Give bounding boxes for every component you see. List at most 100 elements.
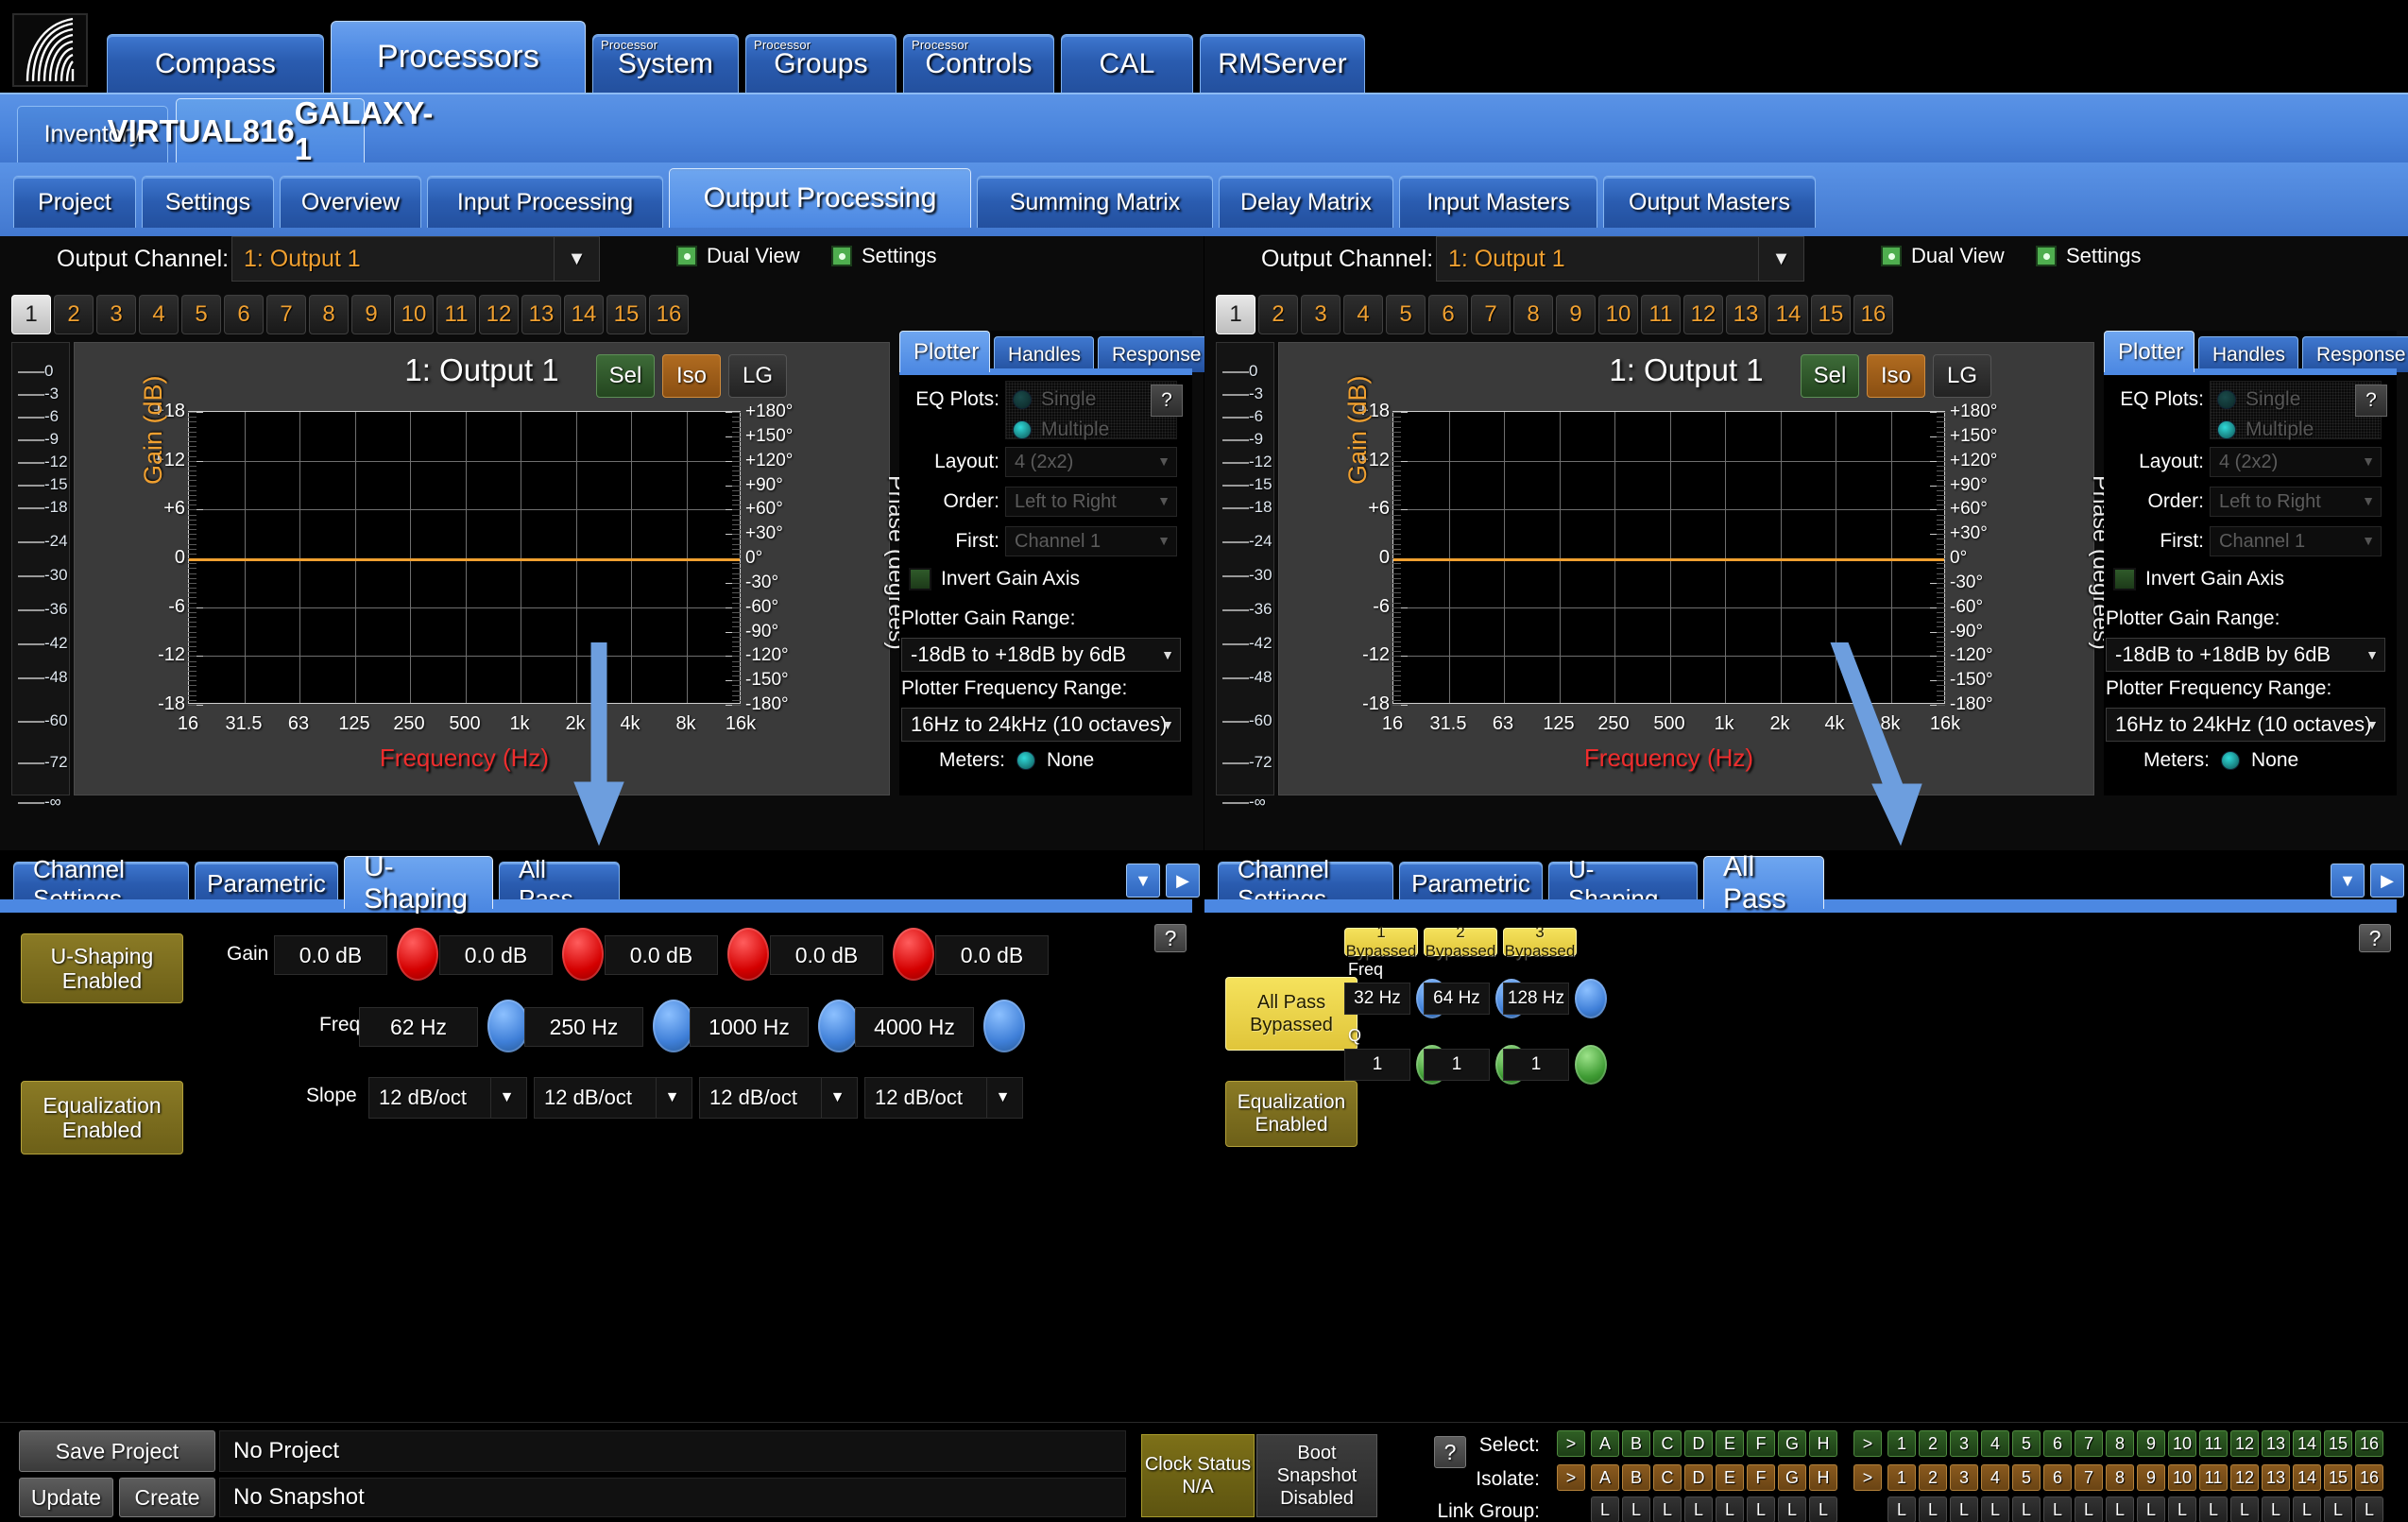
page-tab-output-masters[interactable]: Output Masters — [1603, 176, 1816, 228]
footer-letter-cell-L-2[interactable]: L — [1684, 1496, 1713, 1522]
footer-letter-cell-L-2[interactable]: L — [1778, 1496, 1806, 1522]
all-pass-q-value-3[interactable]: 1 — [1503, 1049, 1569, 1081]
footer-number-cell-14-1[interactable]: 14 — [2293, 1464, 2321, 1491]
footer-number-cell-3-2[interactable]: L — [1950, 1496, 1978, 1522]
footer-number-cell-15-2[interactable]: L — [2324, 1496, 2352, 1522]
footer-number-cell-16-0[interactable]: 16 — [2355, 1430, 2383, 1457]
footer-number-cell-11-0[interactable]: 11 — [2199, 1430, 2228, 1457]
all-pass-freq-knob-3[interactable] — [1575, 979, 1607, 1018]
eq-plots-single-radio[interactable] — [2217, 390, 2236, 409]
footer-caret-numbers-1[interactable]: > — [1853, 1464, 1882, 1491]
channel-button-6[interactable]: 6 — [224, 295, 264, 334]
band-gain-value-4[interactable]: 0.0 dB — [770, 935, 883, 975]
footer-number-cell-7-1[interactable]: 7 — [2075, 1464, 2103, 1491]
first-select[interactable]: Channel 1 ▼ — [1005, 526, 1177, 556]
channel-button-7[interactable]: 7 — [1471, 295, 1511, 334]
meters-none-radio[interactable] — [1016, 751, 1035, 770]
dual-view-toggle[interactable]: Dual View — [676, 244, 800, 268]
all-pass-q-value-1[interactable]: 1 — [1344, 1049, 1410, 1081]
footer-letter-cell-E-1[interactable]: E — [1716, 1464, 1744, 1491]
footer-number-cell-3-1[interactable]: 3 — [1950, 1464, 1978, 1491]
editor-tab-all-pass[interactable]: All Pass — [1703, 851, 1824, 915]
band-freq-knob-4[interactable] — [983, 1000, 1025, 1052]
footer-letter-cell-H-0[interactable]: H — [1809, 1430, 1837, 1457]
page-tab-input-masters[interactable]: Input Masters — [1399, 176, 1597, 228]
band-freq-value-2[interactable]: 250 Hz — [524, 1007, 643, 1047]
channel-button-7[interactable]: 7 — [266, 295, 306, 334]
all-pass-bypass-button[interactable]: All Pass Bypassed — [1225, 977, 1358, 1051]
footer-letter-cell-D-0[interactable]: D — [1684, 1430, 1713, 1457]
footer-number-cell-16-1[interactable]: 16 — [2355, 1464, 2383, 1491]
footer-number-cell-12-0[interactable]: 12 — [2230, 1430, 2259, 1457]
page-tab-delay-matrix[interactable]: Delay Matrix — [1219, 176, 1393, 228]
all-pass-freq-value-2[interactable]: 64 Hz — [1424, 983, 1490, 1015]
footer-number-cell-8-1[interactable]: 8 — [2106, 1464, 2134, 1491]
footer-letter-cell-A-0[interactable]: A — [1591, 1430, 1619, 1457]
invert-gain-axis-checkbox[interactable] — [2113, 568, 2136, 590]
scroll-right-button[interactable]: ▶ — [1166, 864, 1200, 898]
footer-number-cell-7-2[interactable]: L — [2075, 1496, 2103, 1522]
band-gain-value-5[interactable]: 0.0 dB — [935, 935, 1049, 975]
footer-number-cell-11-1[interactable]: 11 — [2199, 1464, 2228, 1491]
footer-number-cell-13-1[interactable]: 13 — [2262, 1464, 2290, 1491]
footer-number-cell-10-1[interactable]: 10 — [2168, 1464, 2196, 1491]
band-freq-value-3[interactable]: 1000 Hz — [690, 1007, 809, 1047]
footer-number-cell-14-0[interactable]: 14 — [2293, 1430, 2321, 1457]
footer-number-cell-5-0[interactable]: 5 — [2012, 1430, 2041, 1457]
channel-button-3[interactable]: 3 — [96, 295, 136, 334]
layout-select[interactable]: 4 (2x2) ▼ — [1005, 447, 1177, 477]
nav-tab-system[interactable]: Processor System — [592, 34, 739, 93]
lg-button[interactable]: LG — [728, 354, 787, 398]
band-gain-value-2[interactable]: 0.0 dB — [439, 935, 553, 975]
footer-number-cell-1-0[interactable]: 1 — [1887, 1430, 1916, 1457]
footer-number-cell-14-2[interactable]: L — [2293, 1496, 2321, 1522]
channel-button-10[interactable]: 10 — [1598, 295, 1638, 334]
save-project-button[interactable]: Save Project — [19, 1430, 215, 1472]
footer-caret-numbers-0[interactable]: > — [1853, 1430, 1882, 1457]
channel-button-10[interactable]: 10 — [394, 295, 434, 334]
order-select[interactable]: Left to Right ▼ — [1005, 487, 1177, 517]
footer-number-cell-6-2[interactable]: L — [2043, 1496, 2072, 1522]
dual-view-toggle[interactable]: Dual View — [1881, 244, 2005, 268]
channel-button-1[interactable]: 1 — [1216, 295, 1255, 334]
invert-gain-axis-checkbox[interactable] — [909, 568, 931, 590]
band-freq-knob-2[interactable] — [653, 1000, 694, 1052]
u-shaping-help-button[interactable]: ? — [1154, 924, 1187, 952]
footer-letter-cell-L-2[interactable]: L — [1653, 1496, 1682, 1522]
footer-letter-cell-H-1[interactable]: H — [1809, 1464, 1837, 1491]
device-tab-galaxy-1[interactable]: VIRTUAL 816 GALAXY-1 — [108, 95, 434, 166]
all-pass-band-button-2[interactable]: 2 Bypassed — [1424, 923, 1497, 960]
iso-button[interactable]: Iso — [662, 354, 721, 398]
channel-button-1[interactable]: 1 — [11, 295, 51, 334]
channel-button-16[interactable]: 16 — [649, 295, 689, 334]
band-gain-knob-3[interactable] — [727, 928, 769, 981]
footer-number-cell-10-2[interactable]: L — [2168, 1496, 2196, 1522]
footer-number-cell-9-1[interactable]: 9 — [2137, 1464, 2165, 1491]
first-select[interactable]: Channel 1 ▼ — [2210, 526, 2382, 556]
scroll-right-button[interactable]: ▶ — [2370, 864, 2404, 898]
footer-number-cell-6-1[interactable]: 6 — [2043, 1464, 2072, 1491]
nav-tab-rmserver[interactable]: RMServer — [1200, 34, 1365, 93]
footer-letter-cell-L-2[interactable]: L — [1747, 1496, 1775, 1522]
sel-button[interactable]: Sel — [1801, 354, 1859, 398]
footer-number-cell-4-0[interactable]: 4 — [1981, 1430, 2009, 1457]
footer-number-cell-5-2[interactable]: L — [2012, 1496, 2041, 1522]
channel-button-9[interactable]: 9 — [1556, 295, 1596, 334]
lg-button[interactable]: LG — [1933, 354, 1991, 398]
footer-number-cell-5-1[interactable]: 5 — [2012, 1464, 2041, 1491]
iso-button[interactable]: Iso — [1867, 354, 1925, 398]
footer-number-cell-4-2[interactable]: L — [1981, 1496, 2009, 1522]
channel-button-13[interactable]: 13 — [521, 295, 561, 334]
footer-number-cell-15-1[interactable]: 15 — [2324, 1464, 2352, 1491]
sel-button[interactable]: Sel — [596, 354, 655, 398]
band-freq-knob-1[interactable] — [487, 1000, 529, 1052]
band-gain-knob-4[interactable] — [893, 928, 934, 981]
plotter-gain-range-select[interactable]: -18dB to +18dB by 6dB ▼ — [2106, 638, 2385, 672]
band-freq-value-4[interactable]: 4000 Hz — [855, 1007, 974, 1047]
footer-number-cell-12-1[interactable]: 12 — [2230, 1464, 2259, 1491]
plotter-frequency-range-select[interactable]: 16Hz to 24kHz (10 octaves) ▼ — [901, 708, 1181, 742]
nav-tab-processors[interactable]: Processors — [331, 21, 586, 93]
channel-button-14[interactable]: 14 — [1768, 295, 1808, 334]
layout-select[interactable]: 4 (2x2) ▼ — [2210, 447, 2382, 477]
plotter-help-button[interactable]: ? — [2355, 385, 2387, 417]
